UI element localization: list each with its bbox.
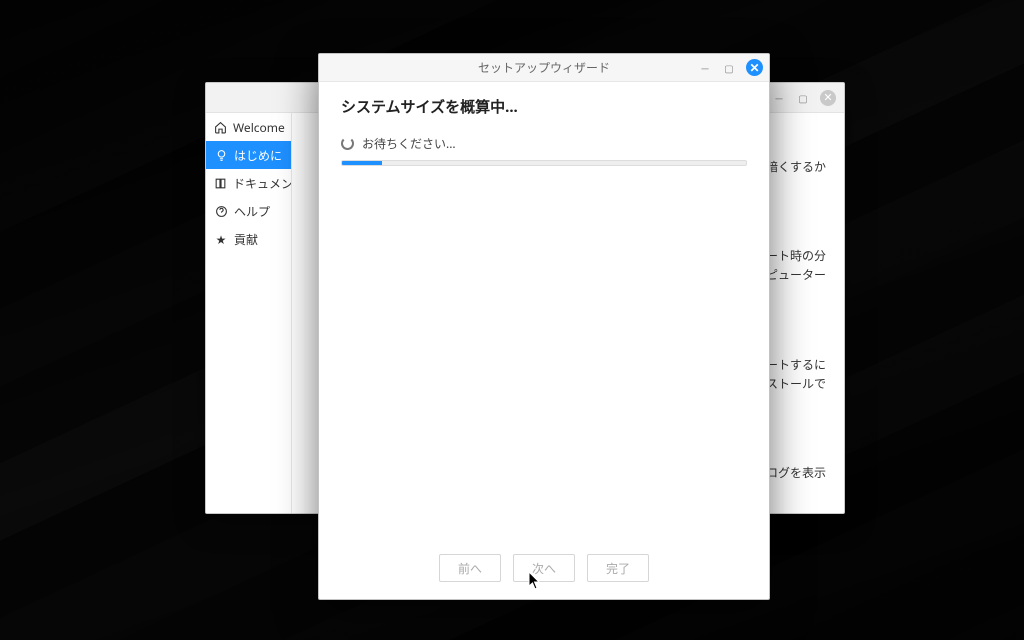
sidebar-item-label: Welcome xyxy=(233,119,285,136)
sidebar: Welcome はじめに ドキュメン ヘルプ ★ xyxy=(206,113,292,513)
sidebar-item-label: ドキュメン xyxy=(233,175,291,192)
lightbulb-icon xyxy=(214,148,228,162)
minimize-button[interactable]: ─ xyxy=(772,91,786,105)
wizard-titlebar: セットアップウィザード ─ ▢ ✕ xyxy=(319,54,769,82)
sidebar-item-label: ヘルプ xyxy=(234,203,270,220)
star-icon: ★ xyxy=(214,232,228,246)
wizard-heading: システムサイズを概算中... xyxy=(341,96,747,117)
progress-bar xyxy=(341,160,747,166)
sidebar-item-contribute[interactable]: ★ 貢献 xyxy=(206,225,291,253)
book-icon xyxy=(214,176,227,190)
setup-wizard-window: セットアップウィザード ─ ▢ ✕ システムサイズを概算中... お待ちください… xyxy=(318,53,770,600)
finish-button[interactable]: 完了 xyxy=(587,554,649,582)
wizard-body: システムサイズを概算中... お待ちください... xyxy=(319,82,769,543)
wizard-status-row: お待ちください... xyxy=(341,135,747,152)
sidebar-item-documentation[interactable]: ドキュメン xyxy=(206,169,291,197)
close-button[interactable]: ✕ xyxy=(746,59,763,76)
sidebar-item-help[interactable]: ヘルプ xyxy=(206,197,291,225)
sidebar-item-label: はじめに xyxy=(234,147,282,164)
sidebar-item-getting-started[interactable]: はじめに xyxy=(206,141,291,169)
maximize-button[interactable]: ▢ xyxy=(722,61,736,75)
next-button[interactable]: 次へ xyxy=(513,554,575,582)
progress-bar-fill xyxy=(342,161,382,165)
help-icon xyxy=(214,204,228,218)
close-button[interactable]: ✕ xyxy=(820,90,836,106)
maximize-button[interactable]: ▢ xyxy=(796,91,810,105)
wizard-status-text: お待ちください... xyxy=(362,135,456,152)
sidebar-item-label: 貢献 xyxy=(234,231,258,248)
minimize-button[interactable]: ─ xyxy=(698,61,712,75)
sidebar-item-welcome[interactable]: Welcome xyxy=(206,113,291,141)
wizard-footer: 前へ 次へ 完了 xyxy=(319,543,769,599)
home-icon xyxy=(214,120,227,134)
spinner-icon xyxy=(341,137,354,150)
back-button[interactable]: 前へ xyxy=(439,554,501,582)
